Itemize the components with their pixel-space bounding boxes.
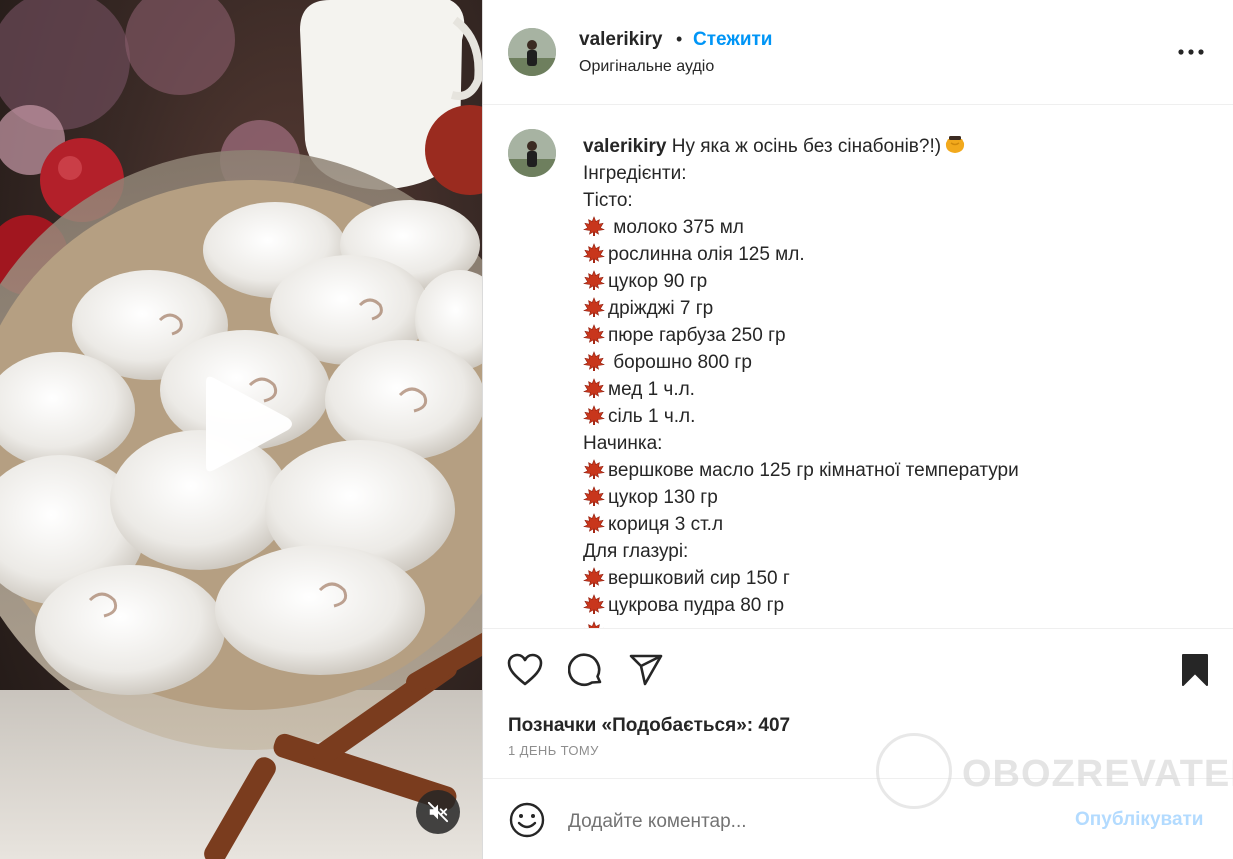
post-header: valerikiry • Стежити Оригінальне аудіо	[483, 0, 1233, 105]
caption-title-line: valerikiry Ну яка ж осінь без сінабонів?…	[583, 132, 1203, 160]
header-separator: •	[676, 29, 683, 49]
emoji-button[interactable]	[507, 800, 547, 840]
caption-line-text: Тісто:	[583, 190, 633, 211]
play-icon	[206, 376, 292, 472]
maple-leaf-icon	[583, 513, 608, 535]
caption-line-text: цукрова пудра 80 гр	[608, 595, 785, 616]
maple-leaf-icon	[583, 216, 608, 238]
more-horizontal-icon	[1178, 49, 1204, 55]
caption-line-text: пюре гарбуза 250 гр	[608, 325, 786, 346]
follow-button[interactable]: Стежити	[693, 29, 772, 51]
maple-leaf-icon	[583, 378, 608, 400]
play-button[interactable]	[196, 374, 296, 474]
caption-line-text: молоко 375 мл	[608, 217, 744, 238]
ingredient-line	[583, 619, 1203, 628]
caption-line-text: Інгредієнти:	[583, 163, 687, 184]
like-button[interactable]	[505, 650, 545, 690]
caption-line-text: Начинка:	[583, 433, 663, 454]
section-heading: Тісто:	[583, 187, 1203, 214]
caption-line-text: цукор 90 гр	[608, 271, 708, 292]
caption-line-text: дріжджі 7 гр	[608, 298, 714, 319]
post-viewer: valerikiry • Стежити Оригінальне аудіо v…	[0, 0, 1233, 859]
publish-button[interactable]: Опублікувати	[1075, 809, 1204, 831]
speaker-muted-icon	[427, 801, 449, 823]
ingredient-line: цукрова пудра 80 гр	[583, 592, 1203, 619]
maple-leaf-icon	[583, 243, 608, 265]
caption-line-text: сіль 1 ч.л.	[608, 406, 696, 427]
heart-icon	[507, 653, 543, 686]
comment-composer: Опублікувати	[483, 778, 1233, 859]
caption-scroll-area[interactable]: valerikiry Ну яка ж осінь без сінабонів?…	[483, 106, 1233, 628]
likes-count[interactable]: Позначки «Подобається»: 407	[508, 715, 790, 737]
caption-line-text: цукор 130 гр	[608, 487, 718, 508]
author-avatar[interactable]	[508, 28, 556, 76]
caption-lines: Інгредієнти: Тісто: молоко 375 мл рослинна…	[583, 160, 1203, 628]
ingredient-line: мед 1 ч.л.	[583, 376, 1203, 403]
maple-leaf-icon	[583, 486, 608, 508]
caption-line-text: рослинна олія 125 мл.	[608, 244, 805, 265]
section-heading: Для глазурі:	[583, 538, 1203, 565]
author-username[interactable]: valerikiry	[579, 29, 662, 51]
caption-username[interactable]: valerikiry	[583, 136, 666, 157]
ingredient-line: цукор 130 гр	[583, 484, 1203, 511]
ingredient-line: вершковий сир 150 г	[583, 565, 1203, 592]
ingredient-line: пюре гарбуза 250 гр	[583, 322, 1203, 349]
audio-label[interactable]: Оригінальне аудіо	[579, 58, 714, 76]
caption-title: Ну яка ж осінь без сінабонів?!)	[666, 136, 942, 157]
comment-button[interactable]	[566, 650, 606, 690]
ingredient-line: дріжджі 7 гр	[583, 295, 1203, 322]
ingredient-line: цукор 90 гр	[583, 268, 1203, 295]
more-options-button[interactable]	[1177, 38, 1205, 66]
smiley-icon	[509, 802, 545, 838]
maple-leaf-icon	[583, 351, 608, 373]
ingredient-line: вершкове масло 125 гр кімнатної температ…	[583, 457, 1203, 484]
paper-plane-icon	[629, 654, 663, 686]
save-button[interactable]	[1175, 650, 1215, 690]
post-date[interactable]: 1 ДЕНЬ ТОМУ	[508, 743, 599, 758]
ingredient-line: молоко 375 мл	[583, 214, 1203, 241]
caption-line-text: кориця 3 ст.л	[608, 514, 724, 535]
comment-input[interactable]	[568, 807, 1048, 837]
maple-leaf-icon	[583, 297, 608, 319]
maple-leaf-icon	[583, 270, 608, 292]
ingredient-line: борошно 800 гр	[583, 349, 1203, 376]
section-heading: Інгредієнти:	[583, 160, 1203, 187]
caption-line-text: борошно 800 гр	[608, 352, 752, 373]
honey-pot-icon	[945, 136, 965, 153]
share-button[interactable]	[626, 650, 666, 690]
caption-line-text: Для глазурі:	[583, 541, 689, 562]
ingredient-line: кориця 3 ст.л	[583, 511, 1203, 538]
ingredient-line: рослинна олія 125 мл.	[583, 241, 1203, 268]
maple-leaf-icon	[583, 324, 608, 346]
ingredient-line: сіль 1 ч.л.	[583, 403, 1203, 430]
post-sidebar: valerikiry • Стежити Оригінальне аудіо v…	[482, 0, 1233, 859]
post-actions: Позначки «Подобається»: 407 1 ДЕНЬ ТОМУ	[483, 628, 1233, 778]
maple-leaf-icon	[583, 405, 608, 427]
maple-leaf-icon	[583, 567, 608, 589]
post-video[interactable]	[0, 0, 482, 859]
bookmark-filled-icon	[1182, 654, 1208, 686]
caption-author-avatar[interactable]	[508, 129, 556, 177]
caption-line-text: вершкове масло 125 гр кімнатної температ…	[608, 460, 1019, 481]
caption-line-text: вершковий сир 150 г	[608, 568, 790, 589]
maple-leaf-icon	[583, 459, 608, 481]
section-heading: Начинка:	[583, 430, 1203, 457]
post-caption: valerikiry Ну яка ж осінь без сінабонів?…	[583, 132, 1203, 628]
maple-leaf-icon	[583, 594, 608, 616]
caption-line-text: мед 1 ч.л.	[608, 379, 695, 400]
mute-button[interactable]	[416, 790, 460, 834]
comment-bubble-icon	[568, 653, 602, 686]
